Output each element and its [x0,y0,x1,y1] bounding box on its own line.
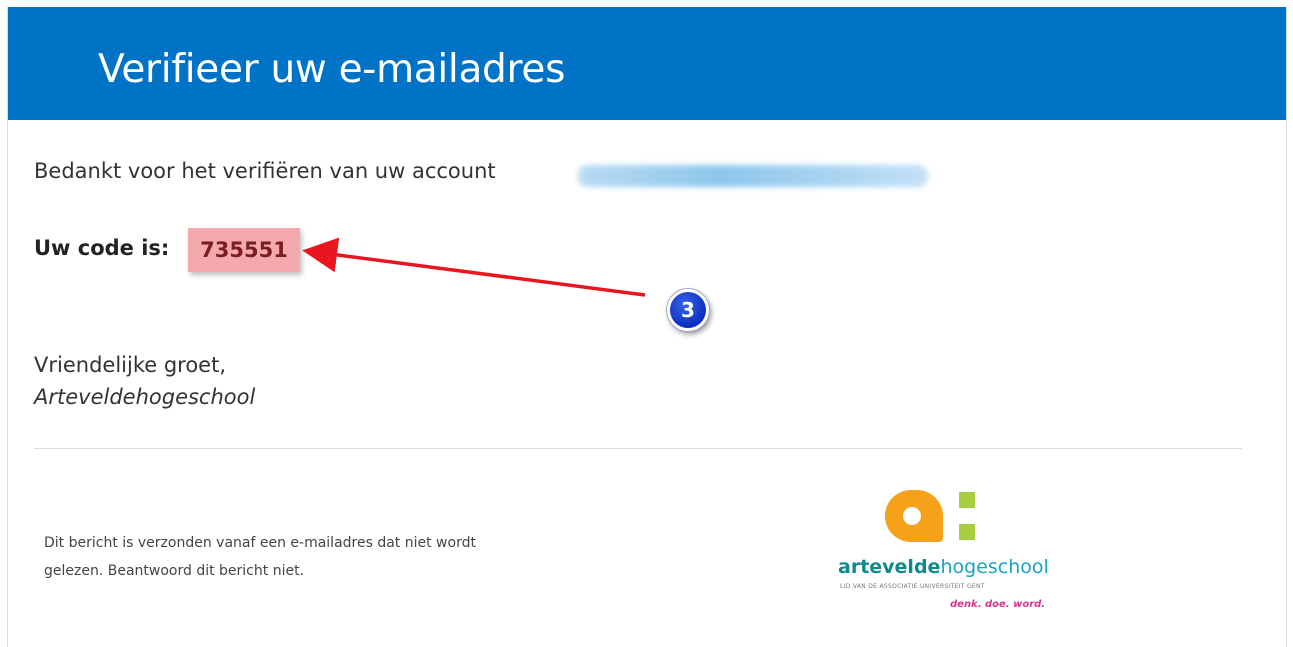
logo-name: arteveldehogeschool [838,556,1049,578]
email-frame: Verifieer uw e-mailadres Bedankt voor he… [7,7,1287,647]
arrow-line [302,237,646,297]
closing-block: Vriendelijke groet, Arteveldehogeschool [34,349,255,413]
arteveldehogeschool-logo: arteveldehogeschool LID VAN DE ASSOCIATI… [838,490,1078,620]
step-number-badge: 3 [667,289,709,331]
signature-text: Arteveldehogeschool [34,385,256,409]
logo-dot-top [959,492,975,508]
footer-note-line2: gelezen. Beantwoord dit bericht niet. [44,563,305,579]
logo-subtitle: LID VAN DE ASSOCIATIE UNIVERSITEIT GENT [840,583,985,590]
logo-slogan: denk. doe. word. [950,599,1046,610]
divider [34,448,1242,449]
footer-note: Dit bericht is verzonden vanaf een e-mai… [44,529,604,585]
logo-dot-bottom [959,524,975,540]
greeting-text: Vriendelijke groet, [34,353,227,377]
footer-note-line1: Dit bericht is verzonden vanaf een e-mai… [44,535,476,551]
logo-a-mark [885,490,943,542]
